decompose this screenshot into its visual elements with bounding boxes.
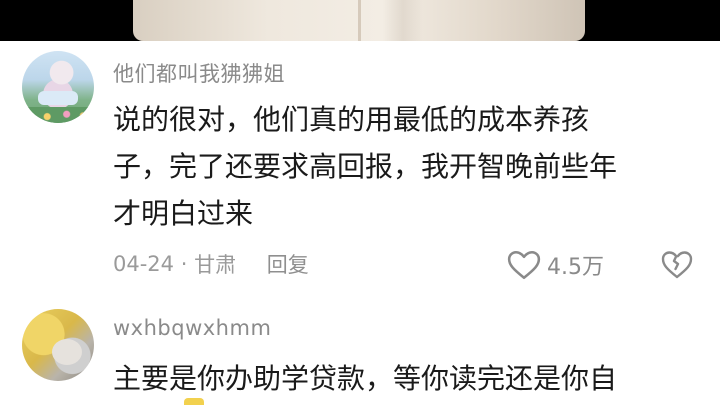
- avatar[interactable]: [22, 309, 94, 381]
- like-count: 4.5万: [547, 255, 604, 280]
- video-frame: [133, 0, 585, 41]
- meta-separator: ·: [180, 252, 188, 276]
- comment-feed: 他们都叫我狒狒姐 说的很对，他们真的用最低的成本养孩 子，完了还要求高回报，我开…: [0, 0, 720, 405]
- emoji-fragment: [184, 398, 204, 405]
- like-button[interactable]: 4.5万: [507, 248, 604, 282]
- comment-username[interactable]: 他们都叫我狒狒姐: [113, 58, 285, 88]
- comment-text: 说的很对，他们真的用最低的成本养孩 子，完了还要求高回报，我开智晚前些年 才明白…: [113, 103, 618, 230]
- comment-date: 04-24: [113, 252, 175, 276]
- reply-button[interactable]: 回复: [267, 253, 309, 277]
- comment-text: 主要是你办助学贷款，等你读完还是你自: [113, 362, 618, 395]
- comment-username[interactable]: wxhbqwxhmm: [113, 316, 271, 340]
- video-preview[interactable]: [0, 0, 720, 41]
- avatar[interactable]: [22, 51, 94, 123]
- heart-outline-icon: [507, 250, 541, 280]
- comment-location: 甘肃: [194, 253, 237, 277]
- broken-heart-icon[interactable]: [661, 250, 693, 280]
- comment-meta: 04-24 · 甘肃 回复: [113, 249, 309, 279]
